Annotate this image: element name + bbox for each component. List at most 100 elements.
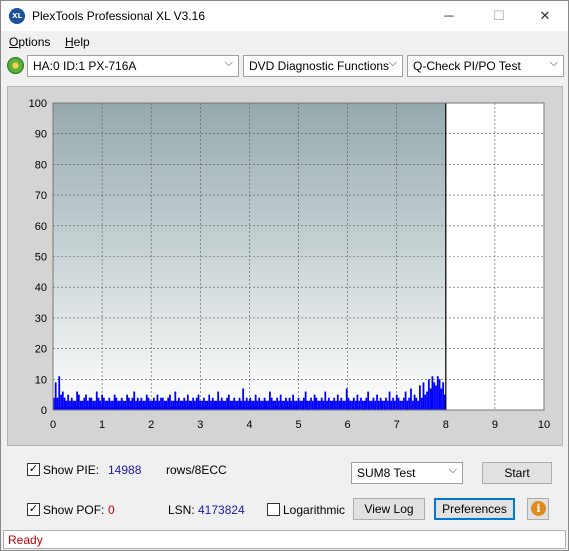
x-tick-label: 7 bbox=[394, 419, 400, 431]
status-text: Ready bbox=[8, 533, 43, 547]
app-window: XL PlexTools Professional XL V3.16 ─ ☐ ✕… bbox=[0, 0, 569, 551]
info-button[interactable]: i bbox=[527, 498, 549, 520]
pie-bar bbox=[402, 397, 405, 410]
pie-bar bbox=[417, 400, 420, 410]
pie-bar bbox=[351, 400, 353, 410]
pie-bar bbox=[424, 394, 427, 410]
pie-bar bbox=[354, 400, 357, 410]
start-button[interactable]: Start bbox=[482, 462, 552, 484]
pie-bar bbox=[367, 391, 370, 410]
menu-help[interactable]: Help bbox=[65, 35, 90, 49]
app-logo-icon: XL bbox=[9, 8, 25, 24]
pie-bar bbox=[404, 391, 407, 410]
pie-bar bbox=[317, 400, 320, 410]
pie-bar bbox=[363, 400, 366, 410]
y-tick-label: 70 bbox=[35, 190, 47, 202]
drive-select[interactable]: HA:0 ID:1 PX-716A ⌵ bbox=[27, 55, 239, 77]
show-pof-checkbox[interactable]: ✓ bbox=[27, 503, 40, 516]
lsn-value: 4173824 bbox=[198, 503, 245, 517]
pie-bar bbox=[360, 397, 362, 410]
pof-value: 0 bbox=[108, 503, 115, 517]
logarithmic-label: Logarithmic bbox=[283, 503, 346, 517]
pie-bar bbox=[392, 397, 395, 410]
x-tick-label: 8 bbox=[443, 419, 449, 431]
pie-bar bbox=[381, 400, 384, 410]
pie-bar bbox=[320, 397, 323, 410]
pie-bar bbox=[422, 382, 425, 410]
pie-bar bbox=[310, 397, 312, 410]
pie-bar bbox=[394, 400, 396, 410]
pie-bar bbox=[322, 400, 325, 410]
pie-bar bbox=[388, 391, 391, 410]
chevron-down-icon: ⌵ bbox=[388, 57, 397, 69]
x-tick-label: 4 bbox=[246, 419, 252, 431]
pie-bar bbox=[377, 400, 380, 410]
pie-bar bbox=[406, 400, 409, 410]
pie-bar bbox=[299, 400, 302, 410]
info-icon: i bbox=[531, 501, 546, 516]
pie-bar bbox=[369, 400, 371, 410]
maximize-button[interactable]: ☐ bbox=[476, 1, 522, 31]
pie-bar bbox=[379, 397, 382, 410]
pie-bar bbox=[347, 397, 350, 410]
test-select[interactable]: Q-Check PI/PO Test ⌵ bbox=[407, 55, 564, 77]
pie-bar bbox=[370, 400, 373, 410]
pie-bar bbox=[395, 394, 398, 410]
x-tick-label: 6 bbox=[345, 419, 351, 431]
function-select[interactable]: DVD Diagnostic Functions ⌵ bbox=[243, 55, 403, 77]
pie-bar bbox=[349, 400, 352, 410]
pie-bar bbox=[54, 382, 57, 410]
sum-test-select[interactable]: SUM8 Test ⌵ bbox=[351, 462, 463, 484]
x-tick-label: 5 bbox=[295, 419, 301, 431]
logarithmic-checkbox[interactable] bbox=[267, 503, 280, 516]
pie-bar bbox=[326, 400, 328, 410]
pie-bar bbox=[242, 388, 245, 410]
pie-chart-svg: 0 10 20 30 40 50 60 70 80 90 100 0 1 2 3 4 5 6 7 8 9 10 bbox=[29, 98, 550, 431]
x-tick-label: 10 bbox=[538, 419, 550, 431]
pie-bar bbox=[429, 388, 432, 410]
pie-bar bbox=[358, 400, 361, 410]
chevron-down-icon: ⌵ bbox=[549, 57, 558, 69]
minimize-button[interactable]: ─ bbox=[426, 1, 472, 31]
view-log-button[interactable]: View Log bbox=[353, 498, 425, 520]
pie-bar bbox=[313, 394, 316, 410]
preferences-button[interactable]: Preferences bbox=[434, 498, 515, 520]
controls-panel: ✓ Show PIE: 14988 rows/8ECC SUM8 Test ⌵ … bbox=[7, 451, 563, 526]
pie-bar bbox=[440, 388, 443, 410]
pie-bar bbox=[306, 400, 309, 410]
function-select-value: DVD Diagnostic Functions bbox=[249, 59, 390, 73]
pie-bar bbox=[327, 397, 330, 410]
show-pie-checkbox[interactable]: ✓ bbox=[27, 463, 40, 476]
pie-bar bbox=[386, 400, 389, 410]
pie-bar bbox=[438, 379, 441, 410]
pie-bar bbox=[335, 400, 337, 410]
pie-bar bbox=[331, 400, 334, 410]
chevron-down-icon: ⌵ bbox=[224, 57, 233, 69]
toolbar: HA:0 ID:1 PX-716A ⌵ DVD Diagnostic Funct… bbox=[1, 53, 568, 81]
x-tick-label: 9 bbox=[492, 419, 498, 431]
pie-bar bbox=[435, 385, 437, 410]
x-tick-label: 3 bbox=[197, 419, 203, 431]
y-tick-label: 0 bbox=[41, 405, 47, 417]
pie-value: 14988 bbox=[108, 463, 142, 477]
menu-options[interactable]: Options bbox=[9, 35, 50, 49]
pie-bar bbox=[420, 397, 423, 410]
pie-bar bbox=[344, 400, 346, 410]
pie-bar bbox=[336, 394, 339, 410]
pie-bar bbox=[342, 400, 345, 410]
pie-bar bbox=[399, 400, 402, 410]
pie-bar bbox=[319, 400, 321, 410]
sum-test-value: SUM8 Test bbox=[357, 466, 416, 480]
y-tick-label: 80 bbox=[35, 159, 47, 171]
disc-drive-icon bbox=[7, 57, 24, 74]
close-button[interactable]: ✕ bbox=[522, 1, 568, 31]
pie-bar bbox=[415, 397, 418, 410]
y-tick-label: 40 bbox=[35, 282, 47, 294]
menu-help-label: elp bbox=[73, 35, 90, 49]
pie-bar bbox=[411, 400, 414, 410]
pie-bar bbox=[302, 397, 305, 410]
pie-bar bbox=[340, 397, 343, 410]
chevron-down-icon: ⌵ bbox=[448, 464, 457, 476]
y-tick-label: 60 bbox=[35, 221, 47, 233]
pie-bar bbox=[372, 397, 375, 410]
